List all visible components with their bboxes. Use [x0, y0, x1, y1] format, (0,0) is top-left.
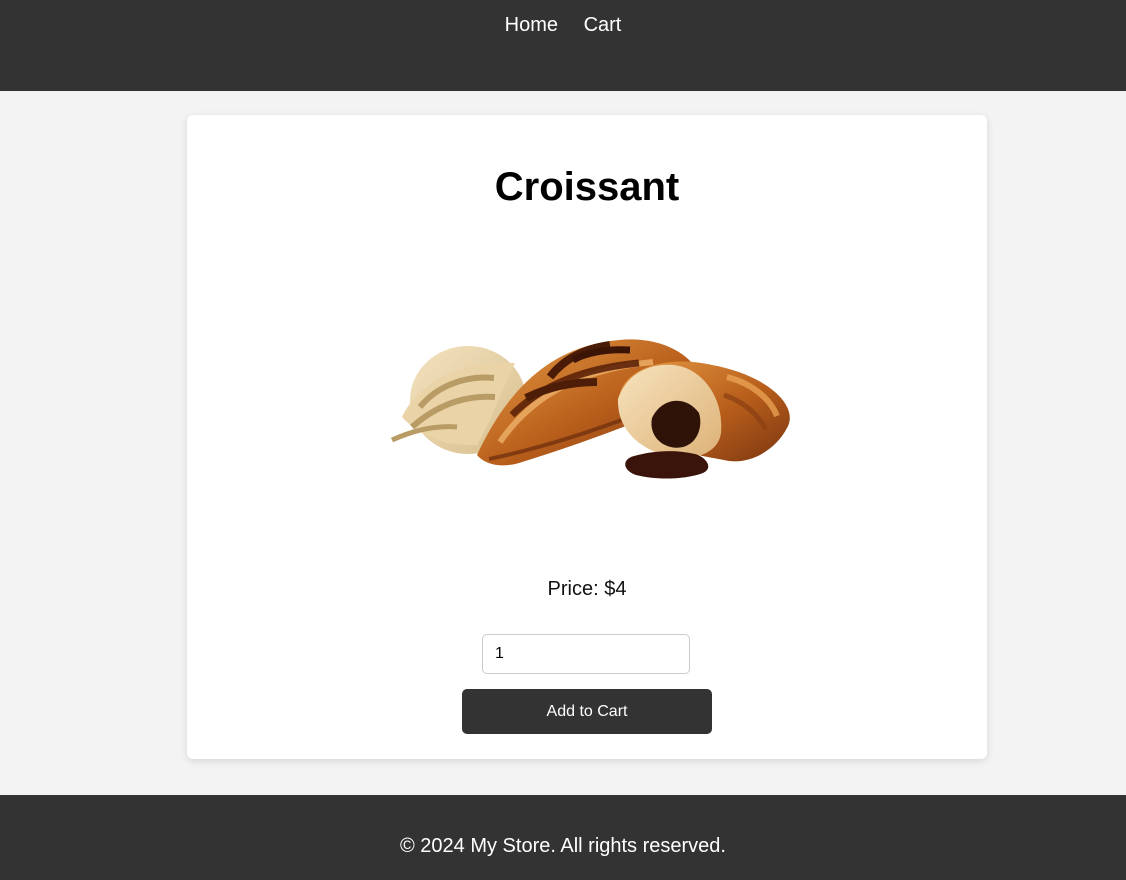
site-header: Home Cart	[0, 0, 1126, 91]
quantity-input[interactable]	[482, 634, 690, 674]
site-footer: © 2024 My Store. All rights reserved.	[0, 795, 1126, 880]
product-card: Croissant Price: $4 1 Add to Cart	[187, 115, 987, 759]
add-to-cart-button[interactable]: Add to Cart	[462, 689, 712, 734]
nav-link-home[interactable]: Home	[505, 14, 558, 36]
product-price: Price: $4	[547, 578, 627, 600]
nav-link-cart[interactable]: Cart	[584, 14, 622, 36]
cut-croissant	[617, 361, 790, 479]
product-title: Croissant	[494, 165, 680, 209]
croissant-image	[390, 339, 790, 479]
footer-copyright: © 2024 My Store. All rights reserved.	[400, 835, 726, 857]
main-nav: Home Cart	[0, 14, 1126, 37]
